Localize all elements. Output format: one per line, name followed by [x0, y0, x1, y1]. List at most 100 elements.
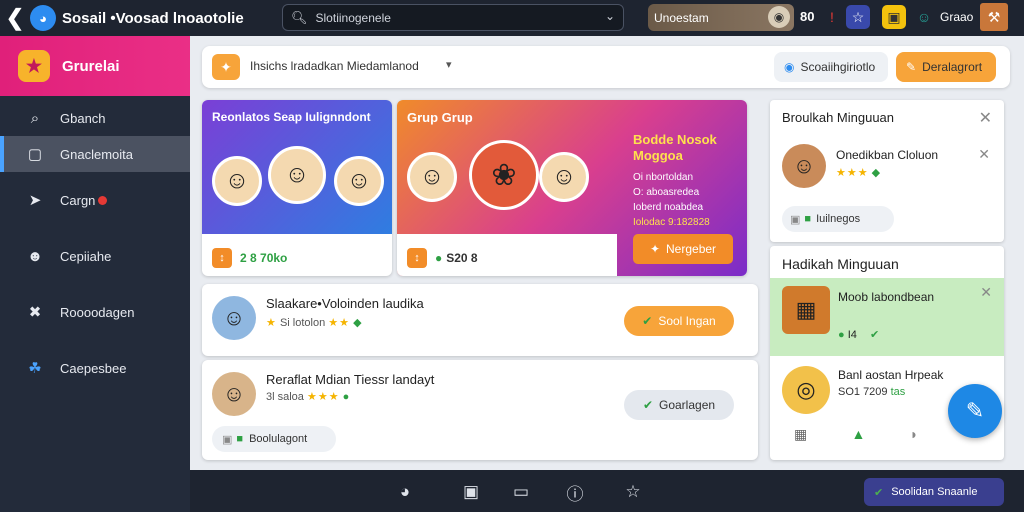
user-name: Unoestam [654, 10, 709, 25]
sidebar-item-label: Roooodagen [60, 304, 135, 320]
check-badge-icon: ● [838, 329, 845, 341]
user-account-pill[interactable]: Unoestam ◉ [648, 4, 794, 31]
game-card[interactable]: Reonlatos Seap Iulignndont ☺ ☺ ☺ ↕ 2 8 7… [202, 100, 392, 276]
promo-line: O: aboasredea [633, 187, 700, 198]
list-item[interactable]: ☺ Reraflat Mdian Tiessr landayt 3l saloa… [202, 360, 758, 460]
check-badge-icon: ◆ [353, 317, 362, 329]
score-icon: ↕ [212, 248, 232, 268]
player-name: Onedikban Cloluon [836, 148, 939, 162]
arrow-up-icon[interactable]: ▲ [851, 426, 865, 443]
row-sub-label: 3l saloa [266, 391, 304, 403]
promo-line: Ioberd noabdea [633, 202, 704, 213]
row-name: Slaakare•Voloinden laudika [266, 296, 424, 311]
promo-button[interactable]: ✦ Nergeber [633, 234, 733, 264]
main-content: ✦ Ihsichs lradadkan Miedamlanod ▾ ◉ Scoa… [190, 36, 1024, 470]
character-avatar-icon: ☺ [407, 152, 457, 202]
close-icon[interactable]: ✕ [978, 146, 990, 163]
sidebar-item-search[interactable]: ⌕ Gbanch [0, 100, 190, 136]
user-avatar-icon: ◉ [768, 6, 790, 28]
check-icon: ✔ [642, 314, 653, 328]
reward-extra: tas [890, 386, 906, 398]
shield-icon[interactable]: ◗ [910, 426, 918, 443]
reward-name: Banl aostan Hrpeak [838, 368, 944, 382]
compass-icon: ◉ [784, 60, 795, 74]
promo-line: Oi nbortoldan [633, 172, 694, 183]
filter-chip-button[interactable]: ◉ Scoaiihgiriotlo [774, 52, 888, 82]
star-rating-icon: ★★ [328, 317, 350, 329]
bottom-bar: ◕ ▣ ▭ ⓘ ☆ ✔ Soolidan Snaanle [190, 470, 1024, 512]
calendar-icon: ▢ [27, 146, 43, 163]
tag-label: Iuilnegos [816, 213, 861, 225]
pencil-icon: ✎ [906, 60, 917, 74]
promo-lines: Oi nbortoldan O: aboasredea Ioberd noabd… [633, 170, 710, 230]
reward-coin-icon: ◎ [782, 366, 830, 414]
player-name: Graao [940, 10, 974, 24]
chevron-down-icon[interactable]: ▾ [446, 58, 452, 71]
check-icon: ✔ [869, 329, 880, 341]
sidebar-item-label: Cepiiahe [60, 248, 112, 264]
tag-chip[interactable]: ▣ ■ Iuilnegos [782, 206, 894, 232]
sidebar-item-cargo[interactable]: ➤ Cargn [0, 172, 190, 228]
row-action-button[interactable]: ✔ Goarlagen [624, 390, 734, 420]
sidebar-item-creature[interactable]: ☘ Caepesbee [0, 340, 190, 396]
info-icon[interactable]: ⓘ [562, 480, 588, 504]
action-button[interactable]: ✎ Deralagrort [896, 52, 996, 82]
star-rating-icon: ★★★ ◆ [836, 167, 881, 179]
sidebar-item-calendar[interactable]: ▢ Gnaclemoita [0, 136, 190, 172]
globe-icon[interactable]: ◕ [392, 480, 418, 504]
reward-name: Moob labondbean [838, 290, 935, 304]
promo-title: Bodde Nosok Moggoa [633, 132, 717, 163]
filter-text: Ihsichs lradadkan Miedamlanod [250, 59, 419, 73]
promo-button-label: Nergeber [666, 242, 717, 256]
row-sub: ★ Si lotolon ★★ ◆ [266, 316, 362, 329]
player-avatar-icon[interactable]: ☺ [912, 5, 936, 29]
search-text: Slotiinogenele [315, 10, 391, 25]
gift-icon: ✦ [649, 242, 661, 256]
back-arrow-icon[interactable]: ❮ [0, 0, 30, 36]
star-outline-icon[interactable]: ☆ [620, 480, 646, 504]
close-icon[interactable]: ✕ [979, 108, 992, 128]
sidebar-item-profile[interactable]: ☻ Cepiiahe [0, 228, 190, 284]
reward-item[interactable]: ▦ Moob labondbean ● I4 ✔ ✕ [770, 278, 1004, 356]
score-icon: ↕ [407, 248, 427, 268]
grid-icon[interactable]: ▦ [794, 426, 807, 443]
row-sub-label: Si lotolon [279, 317, 326, 329]
tag-label: Boolulagont [249, 433, 308, 445]
sidebar-item-tools[interactable]: ✖ Roooodagen [0, 284, 190, 340]
player-avatar-icon: ☺ [212, 296, 256, 340]
sidebar-header[interactable]: ★ Grurelai [0, 36, 190, 96]
rocket-icon: ➤ [28, 192, 42, 209]
row-action-button[interactable]: ✔ Sool Ingan [624, 306, 734, 336]
promo-card[interactable]: Grup Grup ☺ ❀ ☺ ↕ ● S20 8 Bodde Nosok Mo… [397, 100, 747, 276]
list-item[interactable]: ☺ Slaakare•Voloinden laudika ★ Si lotolo… [202, 284, 758, 356]
character-avatar-icon: ☺ [539, 152, 589, 202]
chat-icon[interactable]: ▭ [508, 480, 534, 504]
character-icon[interactable]: ☆ [846, 5, 870, 29]
lock-icon: ▣ [222, 433, 233, 446]
reward-chest-icon: ▦ [782, 286, 830, 334]
close-icon[interactable]: ✕ [980, 284, 992, 301]
badge-icon: ■ [804, 213, 812, 225]
inbox-icon[interactable]: ▣ [458, 480, 484, 504]
tag-chip[interactable]: ▣ ■ Boolulagont [212, 426, 336, 452]
row-action-label: Goarlagen [659, 398, 716, 412]
bottom-action-button[interactable]: ✔ Soolidan Snaanle [864, 478, 1004, 506]
sidebar-item-label: Cargn [60, 192, 96, 208]
tools-tile-icon[interactable]: ⚒ [980, 3, 1008, 31]
player-avatar-icon: ☺ [212, 372, 256, 416]
reward-icon-row: ▦ ▲ ◗ ✎ [794, 426, 974, 443]
reward-count-label: I4 [847, 329, 857, 341]
trophy-icon[interactable]: ▣ [882, 5, 906, 29]
character-avatar-icon: ☺ [334, 156, 384, 206]
character-avatar-icon: ☺ [268, 146, 326, 204]
notification-icon[interactable]: ! [820, 5, 844, 29]
search-dropdown[interactable]: 🔍︎ Slotiinogenele ⌄ [282, 4, 624, 31]
check-badge-icon: ● [342, 391, 350, 403]
compose-fab-button[interactable]: ✎ [948, 384, 1002, 438]
filter-icon[interactable]: ✦ [212, 54, 240, 80]
card-title: Hadikah Minguuan [782, 256, 899, 272]
reward-count: ● I4 ✔ [838, 328, 879, 341]
sidebar-item-label: Gnaclemoita [60, 146, 133, 162]
action-button-label: Deralagrort [922, 60, 983, 74]
row-name: Reraflat Mdian Tiessr landayt [266, 372, 435, 387]
